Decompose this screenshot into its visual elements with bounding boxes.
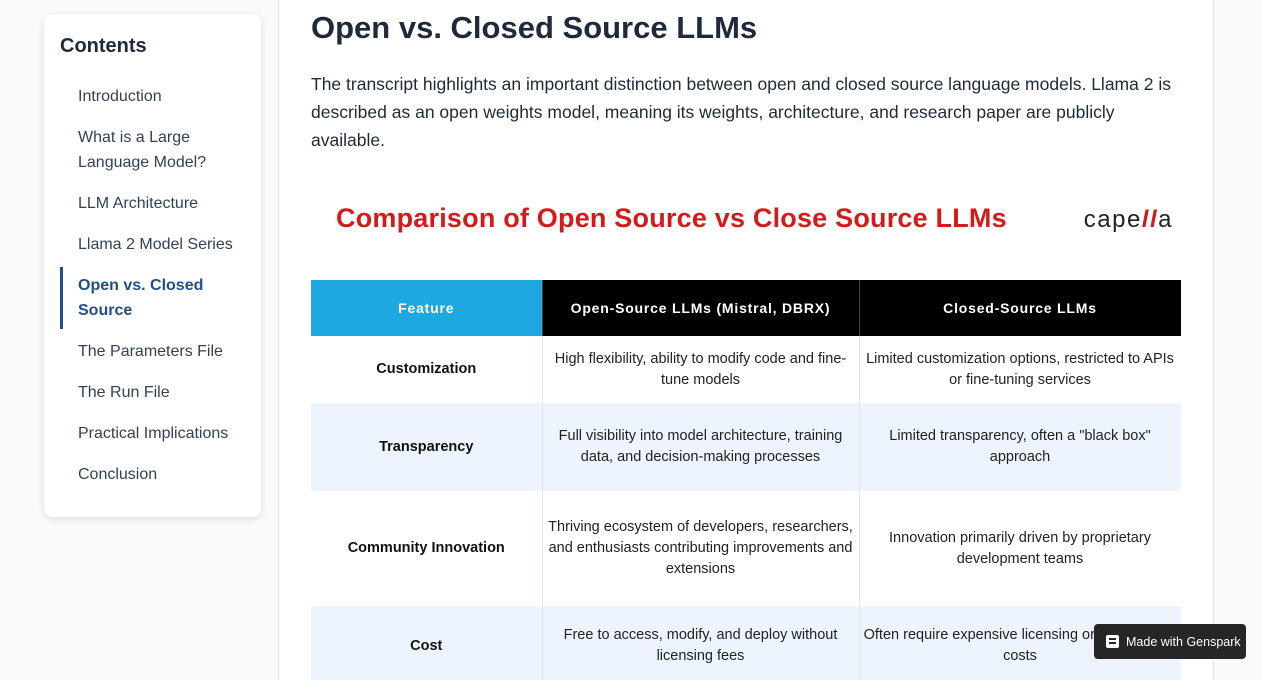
header-closed-source: Closed-Source LLMs (859, 280, 1181, 336)
toc-item-llm-architecture[interactable]: LLM Architecture (44, 191, 261, 216)
logo-text-highlight: ll (1141, 206, 1159, 233)
row-feature: Community Innovation (311, 491, 543, 606)
header-feature: Feature (311, 280, 543, 336)
toc-title: Contents (60, 35, 147, 57)
comparison-table: Feature Open-Source LLMs (Mistral, DBRX)… (311, 280, 1181, 680)
toc-item-open-vs-closed[interactable]: Open vs. Closed Source (44, 267, 261, 329)
section-intro-paragraph: The transcript highlights an important d… (311, 74, 1171, 150)
toc-item-parameters-file[interactable]: The Parameters File (44, 339, 261, 364)
row-feature: Transparency (311, 403, 543, 491)
capella-logo: capella (1084, 206, 1173, 234)
logo-text-suffix: a (1158, 206, 1173, 233)
logo-text-prefix: cape (1083, 206, 1142, 233)
row-closed-source: Innovation primarily driven by proprieta… (859, 491, 1181, 606)
section-heading: Open vs. Closed Source LLMs (311, 10, 758, 45)
toc-item-conclusion[interactable]: Conclusion (44, 462, 261, 487)
row-feature: Cost (311, 606, 543, 680)
header-open-source: Open-Source LLMs (Mistral, DBRX) (542, 280, 860, 336)
row-open-source: Free to access, modify, and deploy witho… (542, 606, 860, 680)
genspark-logo-icon (1106, 635, 1119, 648)
row-closed-source: Limited customization options, restricte… (859, 336, 1181, 403)
table-header-row: Feature Open-Source LLMs (Mistral, DBRX)… (311, 280, 1181, 336)
table-of-contents: Contents Introduction What is a Large La… (44, 14, 261, 517)
table-row: Transparency Full visibility into model … (311, 403, 1181, 491)
toc-item-llama2-series[interactable]: Llama 2 Model Series (44, 232, 261, 257)
row-open-source: High flexibility, ability to modify code… (542, 336, 860, 403)
table-row: Community Innovation Thriving ecosystem … (311, 491, 1181, 606)
made-with-genspark-badge[interactable]: Made with Genspark (1094, 624, 1246, 659)
row-feature: Customization (311, 336, 543, 403)
row-closed-source: Limited transparency, often a "black box… (859, 403, 1181, 491)
toc-list: Introduction What is a Large Language Mo… (44, 84, 261, 503)
figure-title: Comparison of Open Source vs Close Sourc… (336, 203, 1007, 233)
toc-item-run-file[interactable]: The Run File (44, 380, 261, 405)
row-open-source: Thriving ecosystem of developers, resear… (542, 491, 860, 606)
toc-item-introduction[interactable]: Introduction (44, 84, 261, 109)
toc-item-practical-implications[interactable]: Practical Implications (44, 421, 261, 446)
toc-item-what-is-llm[interactable]: What is a Large Language Model? (44, 125, 261, 175)
comparison-figure: Comparison of Open Source vs Close Sourc… (311, 178, 1181, 680)
table-row: Customization High flexibility, ability … (311, 336, 1181, 403)
table-row: Cost Free to access, modify, and deploy … (311, 606, 1181, 680)
row-open-source: Full visibility into model architecture,… (542, 403, 860, 491)
badge-label: Made with Genspark (1126, 634, 1241, 649)
article-content: Open vs. Closed Source LLMs The transcri… (278, 0, 1214, 680)
